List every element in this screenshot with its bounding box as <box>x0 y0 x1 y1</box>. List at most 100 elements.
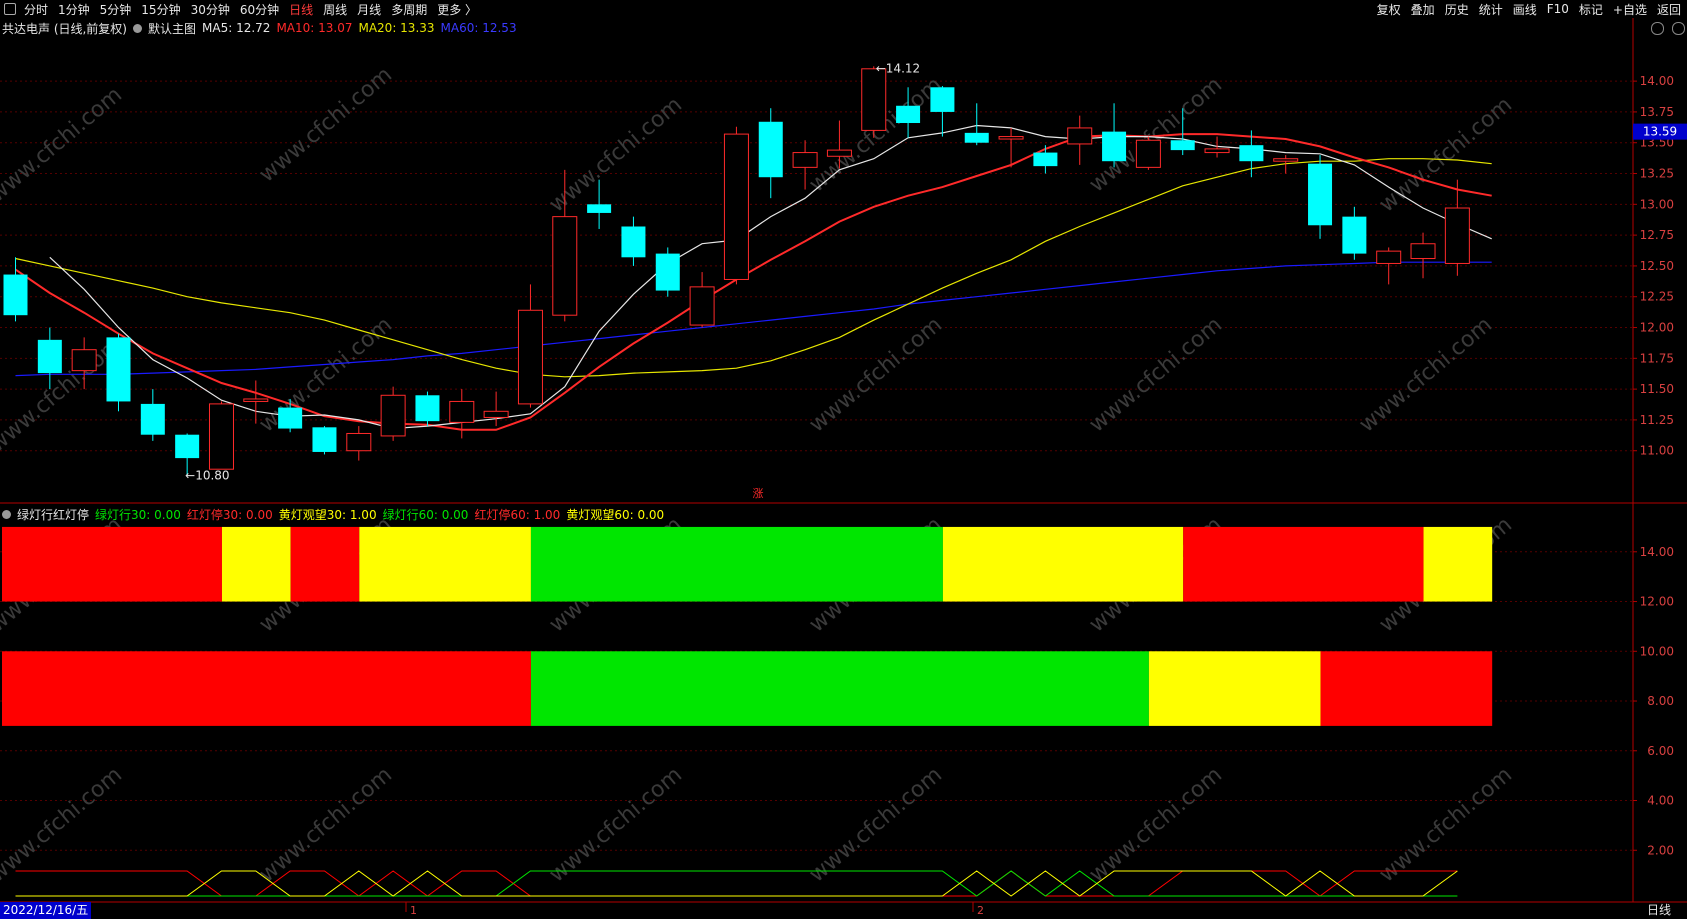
candle-up <box>1135 139 1161 168</box>
indicator-icon[interactable] <box>2 509 11 519</box>
menu-item-2[interactable]: 历史 <box>1445 1 1469 18</box>
ma10-label: MA10: 13.07 <box>276 21 353 35</box>
main-tick-label: 12.00 <box>1640 321 1674 335</box>
menu-item-8[interactable]: 返回 <box>1657 1 1681 18</box>
signal-line-red <box>15 870 1458 897</box>
tab-period-4[interactable]: 30分钟 <box>191 1 230 18</box>
ma10-line <box>14 133 1492 431</box>
pin-icon[interactable] <box>4 3 16 15</box>
main-tick-label: 14.00 <box>1640 74 1674 88</box>
template-icon[interactable] <box>133 23 142 33</box>
minimize-icon[interactable] <box>1672 22 1685 35</box>
candle-up <box>723 133 749 280</box>
settings-icon[interactable] <box>1651 22 1664 35</box>
tab-period-2[interactable]: 5分钟 <box>100 1 132 18</box>
indicator-tick-label: 10.00 <box>1640 644 1674 658</box>
candle-down <box>1239 145 1264 162</box>
candle-up <box>71 349 97 372</box>
candle-up <box>552 216 578 316</box>
indicator-tick-label: 12.00 <box>1640 595 1674 609</box>
candle-up <box>1273 158 1299 162</box>
candle-up <box>1204 148 1230 154</box>
signal-bar-segment-0 <box>359 526 531 602</box>
tab-period-8[interactable]: 月线 <box>357 1 381 18</box>
candle-up <box>1410 243 1436 260</box>
signal-bar-segment-1 <box>1148 651 1321 726</box>
indicator-tick-label: 4.00 <box>1647 794 1674 808</box>
main-tick-label: 12.25 <box>1640 290 1674 304</box>
signal-bar-segment-0 <box>942 526 1184 602</box>
tab-period-10[interactable]: 更多 〉 <box>437 1 477 18</box>
candle-up <box>346 432 372 452</box>
function-menu: 复权 叠加 历史 统计 画线 F10 标记 +自选 返回 <box>1377 0 1681 18</box>
menu-item-1[interactable]: 叠加 <box>1411 1 1435 18</box>
candle-up <box>449 400 475 423</box>
kline-chart: 11.00 11.25 11.50 11.75 12.00 12.25 12.50 12.75… <box>0 18 1687 917</box>
tab-period-5[interactable]: 60分钟 <box>240 1 279 18</box>
signal-bar-segment-1 <box>1320 651 1493 726</box>
candle-down <box>1033 152 1058 167</box>
candle-down <box>1308 163 1333 226</box>
period-label[interactable]: 日线 <box>1647 902 1671 919</box>
indicator-name[interactable]: 绿灯行红灯停 <box>17 506 89 523</box>
candle-up <box>998 136 1024 140</box>
stock-name[interactable]: 共达电声 (日线,前复权) <box>2 20 127 37</box>
signal-bar-segment-0 <box>2 526 222 602</box>
watermark-text: www.cfchi.com <box>545 92 687 217</box>
candle-up <box>861 68 887 131</box>
tab-period-7[interactable]: 周线 <box>323 1 347 18</box>
menu-item-3[interactable]: 统计 <box>1479 1 1503 18</box>
candle-down <box>621 226 646 258</box>
indicator-tick-label: 6.00 <box>1647 744 1674 758</box>
signal-bar-segment-0 <box>530 526 943 602</box>
candle-up <box>1444 207 1470 264</box>
candle-down <box>415 395 440 422</box>
candle-down <box>278 407 303 429</box>
main-tick-label: 13.75 <box>1640 105 1674 119</box>
tab-period-9[interactable]: 多周期 <box>391 1 427 18</box>
candle-up <box>483 410 509 418</box>
signal-line-green <box>15 870 1458 897</box>
menu-item-0[interactable]: 复权 <box>1377 1 1401 18</box>
candle-up <box>243 398 269 402</box>
menu-item-4[interactable]: 画线 <box>1513 1 1537 18</box>
y60-label: 黄灯观望60: 0.00 <box>566 507 665 522</box>
menu-item-6[interactable]: 标记 <box>1579 1 1603 18</box>
candle-down <box>587 204 612 213</box>
candle-up <box>1067 127 1093 145</box>
menu-item-5[interactable]: F10 <box>1547 2 1569 16</box>
signal-bar-segment-0 <box>290 526 360 602</box>
watermark-text: www.cfchi.com <box>545 762 687 887</box>
tab-period-3[interactable]: 15分钟 <box>141 1 180 18</box>
signal-bar-segment-1 <box>530 651 1149 726</box>
watermark-text: www.cfchi.com <box>1085 312 1227 437</box>
signal-line-yellow <box>15 870 1458 897</box>
main-tick-label: 13.25 <box>1640 167 1674 181</box>
signal-bar-segment-0 <box>1423 526 1493 602</box>
menu-item-7[interactable]: +自选 <box>1613 1 1647 18</box>
watermark-text: www.cfchi.com <box>1375 92 1517 217</box>
tab-period-0[interactable]: 分时 <box>24 1 48 18</box>
tab-period-6[interactable]: 日线 <box>289 1 313 18</box>
main-tick-label: 12.50 <box>1640 259 1674 273</box>
signal-bar-segment-0 <box>221 526 291 602</box>
tab-period-1[interactable]: 1分钟 <box>58 1 90 18</box>
watermark-text: www.cfchi.com <box>0 762 127 887</box>
watermark-text: www.cfchi.com <box>805 762 947 887</box>
candle-down <box>758 121 783 178</box>
cursor-date: 2022/12/16/五 <box>0 902 92 919</box>
bottom-bar: 2022/12/16/五 日线 <box>0 902 1687 919</box>
indicator-title: 绿灯行红灯停 绿灯行30: 0.00 红灯停30: 0.00 黄灯观望30: 1… <box>2 506 664 522</box>
template-name[interactable]: 默认主图 <box>148 20 196 37</box>
signal-mark: 涨 <box>753 487 764 500</box>
candle-up <box>792 152 818 168</box>
r30-label: 红灯停30: 0.00 <box>186 507 273 522</box>
ma60-label: MA60: 12.53 <box>440 21 517 35</box>
ma20-label: MA20: 13.33 <box>358 21 435 35</box>
high-annotation: ←14.12 <box>876 61 920 75</box>
low-annotation: ←10.80 <box>185 468 229 482</box>
top-toolbar: 分时 1分钟 5分钟 15分钟 30分钟 60分钟 日线 周线 月线 多周期 更多 〉 复权 叠加 历史… <box>0 0 1687 18</box>
candle-down <box>175 434 200 459</box>
candle-down <box>964 132 989 143</box>
chart-tool-icons <box>1651 22 1685 35</box>
